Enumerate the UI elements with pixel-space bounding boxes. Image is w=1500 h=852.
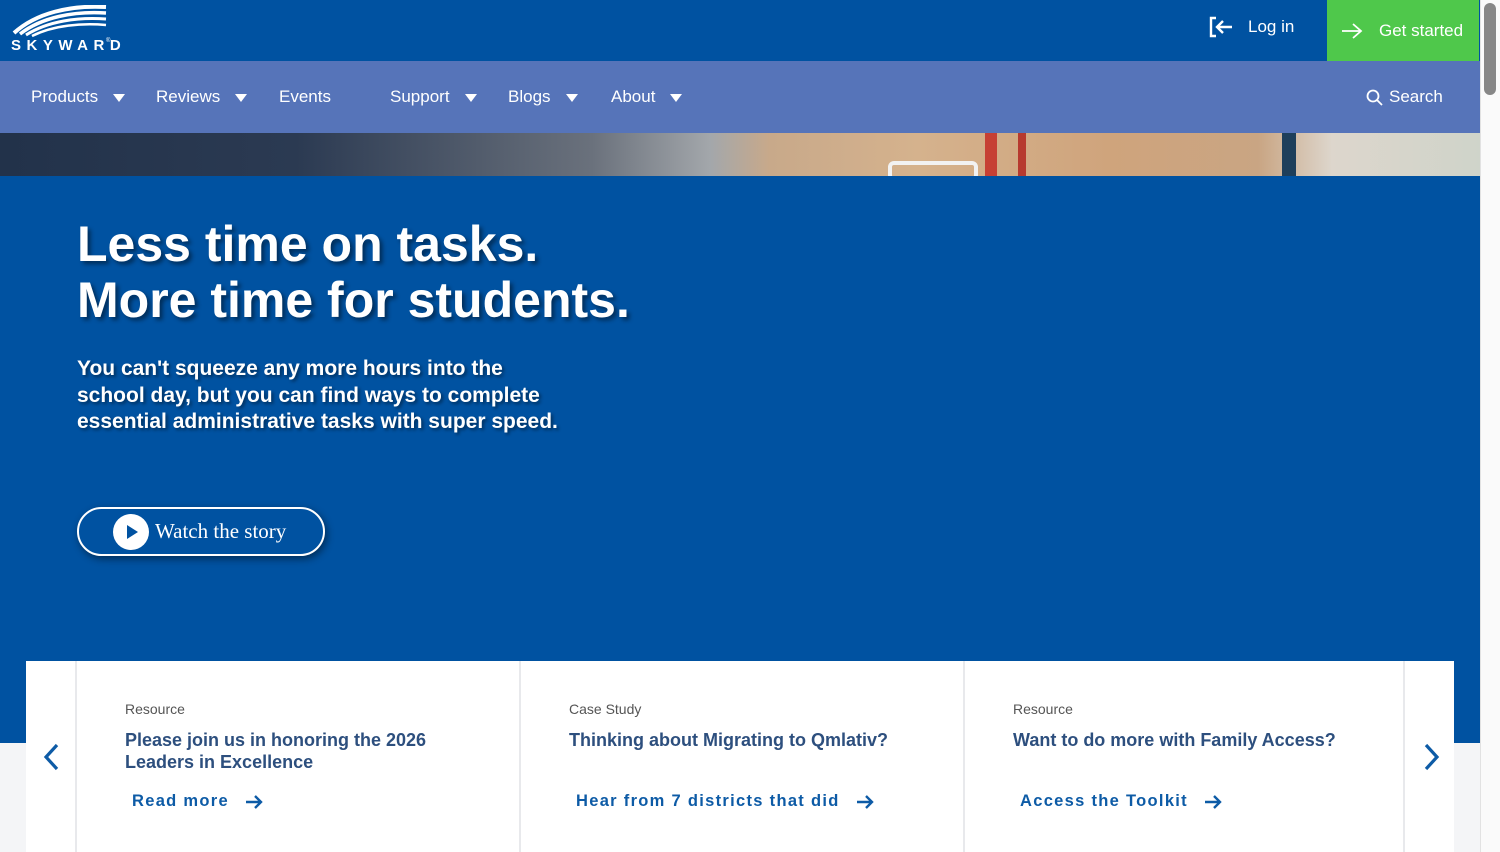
photo-detail xyxy=(1018,133,1026,176)
card-link[interactable]: Access the Toolkit xyxy=(1020,792,1222,811)
card-link[interactable]: Hear from 7 districts that did xyxy=(576,792,874,811)
nav-item-products[interactable]: Products xyxy=(31,61,126,133)
photo-detail xyxy=(985,133,997,176)
search-icon xyxy=(1366,89,1383,106)
photo-detail xyxy=(888,161,978,176)
card-title-line: Want to do more with Family Access? xyxy=(1013,730,1336,750)
watch-story-label: Watch the story xyxy=(155,519,287,543)
card-type: Case Study xyxy=(569,701,642,717)
login-label: Log in xyxy=(1248,17,1295,36)
card-title-line: Leaders in Excellence xyxy=(125,752,314,772)
search-label: Search xyxy=(1389,87,1443,106)
hero-section: Less time on tasks. More time for studen… xyxy=(0,176,1480,743)
caret-down-icon xyxy=(565,93,578,102)
login-link[interactable]: Log in xyxy=(1208,14,1294,40)
arrow-right-icon xyxy=(1342,22,1363,39)
hero-subtitle-line: You can't squeeze any more hours into th… xyxy=(77,357,503,380)
nav-item-label: Blogs xyxy=(508,87,551,106)
chevron-left-icon xyxy=(43,743,59,770)
nav-item-events[interactable]: Events xyxy=(279,61,331,133)
caret-down-icon xyxy=(464,93,477,102)
main-nav: Products Reviews Events Support Blogs Ab… xyxy=(0,61,1480,133)
card-link[interactable]: Read more xyxy=(132,792,263,811)
caret-down-icon xyxy=(235,93,248,102)
nav-item-about[interactable]: About xyxy=(611,61,683,133)
caret-down-icon xyxy=(670,93,683,102)
chevron-right-icon xyxy=(1424,743,1440,770)
skyward-swoosh-logo-icon xyxy=(12,5,107,38)
card-title: Please join us in honoring the 2026 Lead… xyxy=(125,729,455,773)
hero-subtitle-line: school day, but you can find ways to com… xyxy=(77,383,540,407)
scrollbar-thumb[interactable] xyxy=(1484,3,1496,95)
card-title-line: Please join us in honoring the 2026 xyxy=(125,730,427,750)
top-bar: SKYWARD ® Log in Get started xyxy=(0,0,1480,61)
card-title-line: Thinking about Migrating to Qmlativ? xyxy=(569,730,888,750)
carousel-card[interactable]: Resource Please join us in honoring the … xyxy=(75,661,520,852)
get-started-button[interactable]: Get started xyxy=(1327,0,1479,61)
card-type: Resource xyxy=(125,701,185,717)
login-arrow-icon xyxy=(1209,16,1232,38)
nav-item-label: Reviews xyxy=(156,87,221,106)
play-icon xyxy=(113,513,149,550)
carousel-card[interactable]: Resource Want to do more with Family Acc… xyxy=(963,661,1405,852)
nav-item-label: About xyxy=(611,87,656,106)
carousel-next-button[interactable] xyxy=(1407,661,1457,852)
hero-subtitle: You can't squeeze any more hours into th… xyxy=(77,356,617,436)
hero-title-line: More time for students. xyxy=(77,272,630,328)
card-type: Resource xyxy=(1013,701,1073,717)
photo-detail xyxy=(1282,133,1296,176)
arrow-right-icon xyxy=(1204,794,1222,809)
search-button[interactable]: Search xyxy=(1366,61,1443,133)
hero-photo xyxy=(0,133,1480,176)
caret-down-icon xyxy=(113,93,126,102)
resource-carousel: Resource Please join us in honoring the … xyxy=(26,661,1454,852)
nav-item-label: Support xyxy=(390,87,450,106)
card-link-label: Read more xyxy=(132,792,229,810)
hero-title-line: Less time on tasks. xyxy=(77,216,539,272)
nav-item-support[interactable]: Support xyxy=(390,61,477,133)
hero-subtitle-line: essential administrative tasks with supe… xyxy=(77,410,558,433)
card-title: Want to do more with Family Access? xyxy=(1013,729,1343,751)
arrow-right-icon xyxy=(245,794,263,809)
scrollbar-track[interactable] xyxy=(1480,0,1500,852)
nav-item-blogs[interactable]: Blogs xyxy=(508,61,578,133)
nav-item-label: Products xyxy=(31,87,99,106)
card-link-label: Hear from 7 districts that did xyxy=(576,792,840,810)
watch-story-button[interactable]: Watch the story xyxy=(77,507,325,556)
arrow-right-icon xyxy=(856,794,874,809)
hero-title: Less time on tasks. More time for studen… xyxy=(77,216,630,328)
trademark-mark: ® xyxy=(106,38,111,44)
nav-item-reviews[interactable]: Reviews xyxy=(156,61,248,133)
card-title: Thinking about Migrating to Qmlativ? xyxy=(569,729,899,751)
carousel-card[interactable]: Case Study Thinking about Migrating to Q… xyxy=(519,661,964,852)
nav-item-label: Events xyxy=(279,87,331,106)
card-link-label: Access the Toolkit xyxy=(1020,792,1188,810)
get-started-label: Get started xyxy=(1379,20,1464,40)
carousel-prev-button[interactable] xyxy=(26,661,76,852)
